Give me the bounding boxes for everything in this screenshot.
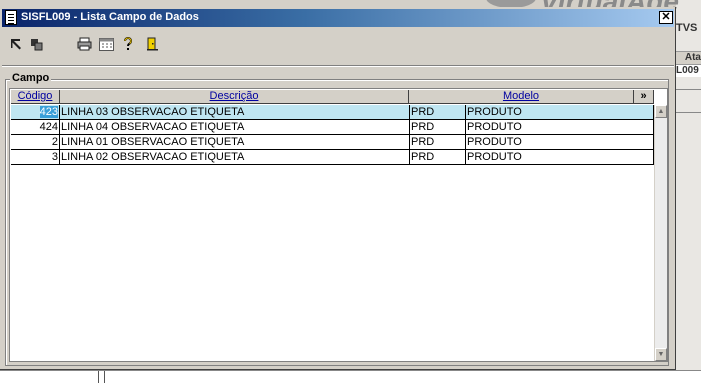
cell-codigo: 423: [11, 105, 60, 119]
scroll-up-icon[interactable]: ▲: [655, 105, 667, 118]
data-grid: Código Descrição Modelo » 423 LINHA 03 O…: [9, 88, 668, 362]
copy-icon[interactable]: [28, 36, 44, 52]
cell-codigo: 424: [11, 120, 60, 134]
column-header-codigo[interactable]: Código: [11, 90, 60, 104]
vertical-scrollbar[interactable]: ▲ ▼: [654, 105, 667, 361]
scroll-down-icon[interactable]: ▼: [655, 348, 667, 361]
cell-descricao: LINHA 01 OBSERVACAO ETIQUETA: [60, 135, 410, 149]
document-icon: [5, 10, 17, 25]
toolbar: [4, 34, 304, 56]
table-row[interactable]: 423 LINHA 03 OBSERVACAO ETIQUETA PRD PRO…: [11, 105, 654, 120]
background-cell: Ata: [676, 51, 701, 64]
background-status-area: [0, 370, 701, 384]
background-divider: [98, 371, 99, 383]
cell-modelo: PRODUTO: [466, 120, 654, 134]
cell-tipo: PRD: [410, 105, 466, 119]
cell-codigo: 3: [11, 150, 60, 164]
column-header-modelo[interactable]: Modelo: [409, 90, 634, 104]
background-cell: L009: [676, 64, 701, 77]
cell-tipo: PRD: [410, 120, 466, 134]
cell-descricao: LINHA 02 OBSERVACAO ETIQUETA: [60, 150, 410, 164]
print-icon[interactable]: [76, 36, 92, 52]
cell-modelo: PRODUTO: [466, 135, 654, 149]
cell-codigo: 2: [11, 135, 60, 149]
column-expand-button[interactable]: »: [634, 90, 654, 104]
background-divider: [676, 89, 701, 90]
help-icon[interactable]: [120, 36, 136, 52]
first-record-icon[interactable]: [8, 36, 24, 52]
cell-tipo: PRD: [410, 135, 466, 149]
cell-descricao: LINHA 04 OBSERVACAO ETIQUETA: [60, 120, 410, 134]
toolbar-separator: [2, 65, 674, 67]
background-divider: [676, 112, 701, 113]
background-divider: [104, 371, 105, 383]
column-header-descricao[interactable]: Descrição: [60, 90, 409, 104]
cell-descricao: LINHA 03 OBSERVACAO ETIQUETA: [60, 105, 410, 119]
window-title: SISFL009 - Lista Campo de Dados: [21, 11, 199, 23]
background-cell: TVS: [676, 22, 698, 34]
cell-modelo: PRODUTO: [466, 105, 654, 119]
cell-modelo: PRODUTO: [466, 150, 654, 164]
table-row[interactable]: 3 LINHA 02 OBSERVACAO ETIQUETA PRD PRODU…: [11, 150, 654, 165]
title-bar[interactable]: SISFL009 - Lista Campo de Dados ✕: [2, 9, 674, 27]
group-label: Campo: [10, 72, 52, 84]
exit-door-icon[interactable]: [144, 36, 160, 52]
calendar-icon[interactable]: [98, 36, 114, 52]
close-button[interactable]: ✕: [659, 11, 673, 24]
table-row[interactable]: 424 LINHA 04 OBSERVACAO ETIQUETA PRD PRO…: [11, 120, 654, 135]
cell-tipo: PRD: [410, 150, 466, 164]
table-row[interactable]: 2 LINHA 01 OBSERVACAO ETIQUETA PRD PRODU…: [11, 135, 654, 150]
